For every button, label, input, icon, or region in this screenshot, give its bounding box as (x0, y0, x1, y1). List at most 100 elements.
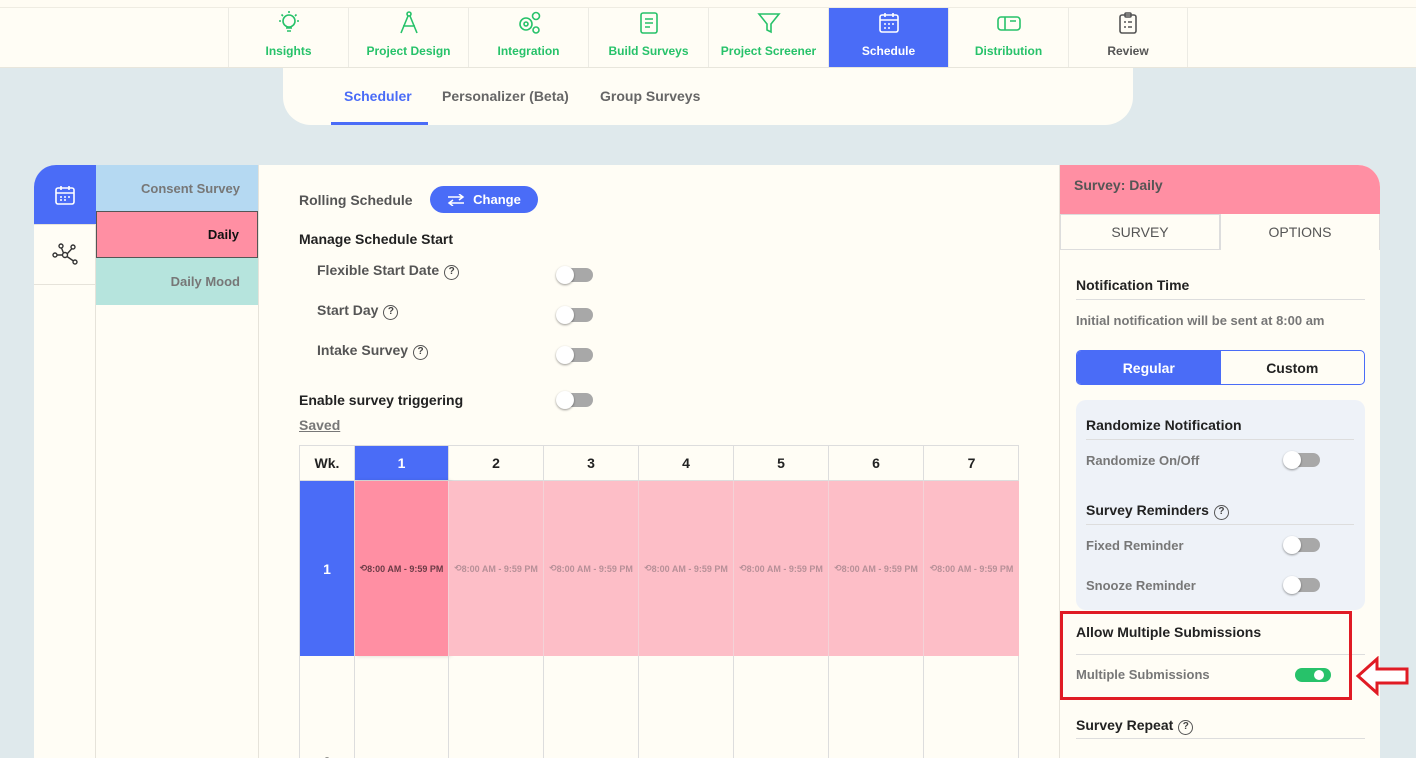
nav-tab-distribution[interactable]: Distribution (948, 8, 1068, 67)
nav-tab-label: Insights (265, 44, 312, 58)
repeat-icon: ⟲ (549, 563, 557, 573)
start-day-toggle[interactable] (556, 306, 593, 324)
time-range: 8:00 AM - 9:59 PM (556, 563, 633, 574)
nav-tab-project-screener[interactable]: Project Screener (708, 8, 828, 67)
manage-schedule-start-heading: Manage Schedule Start (299, 231, 454, 247)
day-header-1[interactable]: 1 (355, 446, 449, 481)
clipboard-icon (1119, 12, 1137, 34)
flexible-start-date-label: Flexible Start Date? (317, 262, 460, 280)
nav-tab-schedule[interactable]: Schedule (828, 8, 948, 67)
empty-slot[interactable] (829, 656, 924, 758)
day-header-4[interactable]: 4 (639, 446, 734, 481)
flexible-start-date-text: Flexible Start Date (317, 262, 440, 278)
day-slot[interactable]: ⟲ 8:00 AM - 9:59 PM (734, 481, 829, 656)
tab-options[interactable]: OPTIONS (1220, 214, 1380, 250)
survey-repeat-heading: Survey Repeat? (1076, 717, 1194, 735)
pointer-arrow-icon (1355, 656, 1409, 696)
view-switcher (34, 165, 96, 758)
start-day-text: Start Day (317, 302, 379, 318)
day-header-2[interactable]: 2 (449, 446, 544, 481)
survey-reminders-heading: Survey Reminders? (1086, 502, 1229, 520)
network-icon (52, 242, 78, 265)
schedule-settings: Rolling Schedule Change Manage Schedule … (259, 165, 1059, 758)
top-strip (0, 0, 1416, 8)
day-slot[interactable]: ⟲ 8:00 AM - 9:59 PM (355, 481, 449, 656)
nav-tab-label: Schedule (861, 44, 916, 58)
day-slot[interactable]: ⟲ 8:00 AM - 9:59 PM (544, 481, 639, 656)
empty-slot[interactable] (449, 656, 544, 758)
day-slot[interactable]: ⟲ 8:00 AM - 9:59 PM (639, 481, 734, 656)
week-1-cell[interactable]: 1 (300, 481, 355, 656)
help-icon[interactable]: ? (1213, 505, 1229, 520)
empty-slot[interactable] (355, 656, 449, 758)
tab-survey[interactable]: SURVEY (1060, 214, 1220, 250)
repeat-icon: ⟲ (834, 563, 842, 573)
nav-tab-project-design[interactable]: Project Design (348, 8, 468, 67)
subtabs-card: Scheduler Personalizer (Beta) Group Surv… (283, 68, 1133, 125)
nav-tab-label: Project Design (366, 44, 451, 58)
custom-option[interactable]: Custom (1221, 351, 1365, 384)
survey-triggering-toggle[interactable] (556, 391, 593, 409)
change-button[interactable]: Change (430, 186, 538, 213)
calendar-icon (55, 185, 75, 205)
snooze-reminder-toggle[interactable] (1283, 576, 1320, 594)
mailbox-icon (996, 16, 1021, 31)
saved-status: Saved (299, 417, 341, 433)
regular-option[interactable]: Regular (1077, 351, 1221, 384)
repeat-icon: ⟲ (739, 563, 747, 573)
highlight-box (1060, 611, 1352, 700)
subtab-scheduler[interactable]: Scheduler (344, 88, 412, 104)
survey-item-daily-mood[interactable]: Daily Mood (96, 258, 258, 305)
nav-tab-label: Build Surveys (608, 44, 689, 58)
randomize-onoff-label: Randomize On/Off (1086, 453, 1200, 468)
subtab-personalizer[interactable]: Personalizer (Beta) (442, 88, 569, 104)
help-icon[interactable]: ? (1178, 720, 1194, 735)
day-header-6[interactable]: 6 (829, 446, 924, 481)
day-header-3[interactable]: 3 (544, 446, 639, 481)
nav-tab-label: Integration (497, 44, 560, 58)
gears-icon (518, 11, 540, 34)
survey-item-consent[interactable]: Consent Survey (96, 165, 258, 211)
survey-reminders-text: Survey Reminders (1086, 502, 1209, 518)
repeat-icon: ⟲ (454, 563, 462, 573)
empty-slot[interactable] (734, 656, 829, 758)
help-icon[interactable]: ? (383, 305, 399, 320)
day-slot[interactable]: ⟲ 8:00 AM - 9:59 PM (829, 481, 924, 656)
document-icon (639, 12, 658, 34)
time-range: 8:00 AM - 9:59 PM (367, 563, 444, 574)
subtab-group-surveys[interactable]: Group Surveys (600, 88, 700, 104)
empty-slot[interactable] (924, 656, 1019, 758)
flexible-start-date-toggle[interactable] (556, 266, 593, 284)
nav-tab-insights[interactable]: Insights (228, 8, 348, 67)
help-icon[interactable]: ? (413, 345, 429, 360)
fixed-reminder-toggle[interactable] (1283, 536, 1320, 554)
calendar-view-button[interactable] (34, 165, 96, 225)
notification-info: Initial notification will be sent at 8:0… (1076, 313, 1325, 328)
calendar-icon (878, 13, 899, 33)
help-icon[interactable]: ? (444, 265, 460, 280)
intake-survey-toggle[interactable] (556, 346, 593, 364)
schedule-grid: Wk. 1 2 3 4 5 6 7 1 2 ⟲8:00 AM - 9:59 PM… (299, 445, 1019, 758)
week-2-cell[interactable]: 2 (300, 656, 355, 758)
week-column-header: Wk. (300, 446, 355, 481)
time-range: 8:00 AM - 9:59 PM (461, 563, 538, 574)
survey-item-daily[interactable]: Daily (96, 211, 258, 258)
day-header-5[interactable]: 5 (734, 446, 829, 481)
empty-slot[interactable] (639, 656, 734, 758)
lightbulb-icon (278, 11, 299, 32)
empty-slot[interactable] (544, 656, 639, 758)
divider (1076, 299, 1365, 300)
nav-tab-review[interactable]: Review (1068, 8, 1188, 67)
day-header-7[interactable]: 7 (924, 446, 1019, 481)
day-slot[interactable]: ⟲ 8:00 AM - 9:59 PM (924, 481, 1019, 656)
nav-tab-integration[interactable]: Integration (468, 8, 588, 67)
start-day-label: Start Day? (317, 302, 399, 320)
randomize-toggle[interactable] (1283, 451, 1320, 469)
network-view-button[interactable] (34, 225, 96, 285)
survey-list: Consent Survey Daily Daily Mood (96, 165, 259, 758)
divider (1076, 738, 1365, 739)
nav-tab-build-surveys[interactable]: Build Surveys (588, 8, 708, 67)
intake-survey-text: Intake Survey (317, 342, 409, 358)
randomize-notification-heading: Randomize Notification (1086, 417, 1242, 433)
day-slot[interactable]: ⟲ 8:00 AM - 9:59 PM (449, 481, 544, 656)
